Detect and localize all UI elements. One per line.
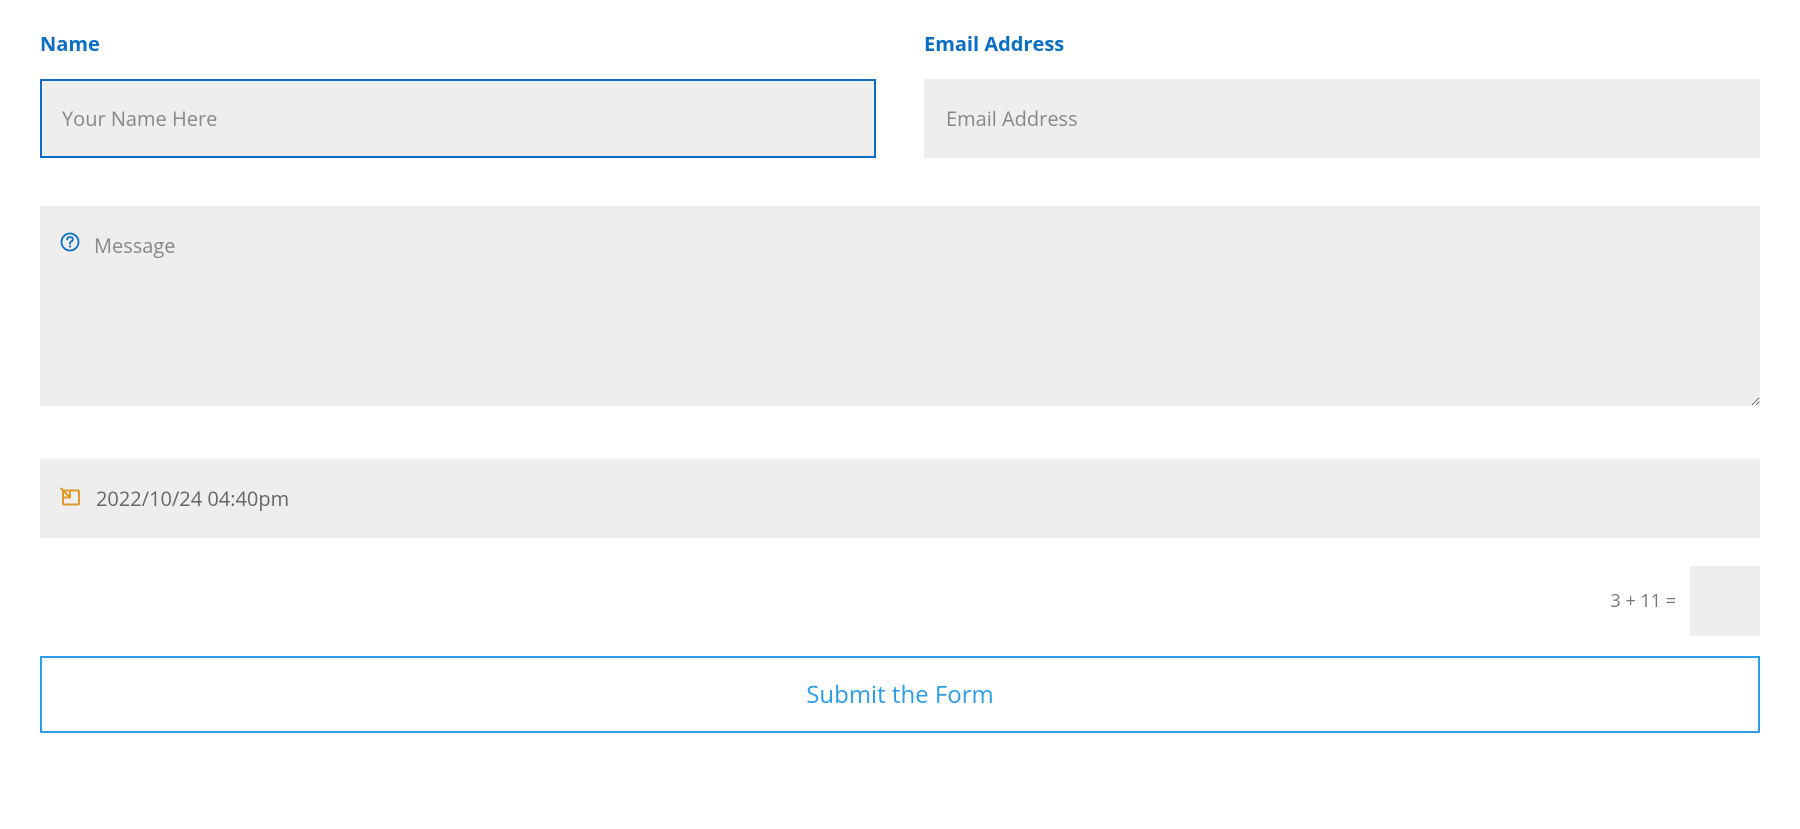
captcha-question: 3 + 11 =: [1611, 589, 1677, 613]
email-label: Email Address: [924, 30, 1760, 57]
submit-button[interactable]: Submit the Form: [40, 656, 1760, 733]
email-input[interactable]: [924, 79, 1760, 158]
message-textarea[interactable]: [40, 206, 1760, 406]
captcha-input[interactable]: [1690, 566, 1760, 636]
name-label: Name: [40, 30, 876, 57]
name-input[interactable]: [40, 79, 876, 158]
datetime-input[interactable]: [40, 459, 1760, 538]
